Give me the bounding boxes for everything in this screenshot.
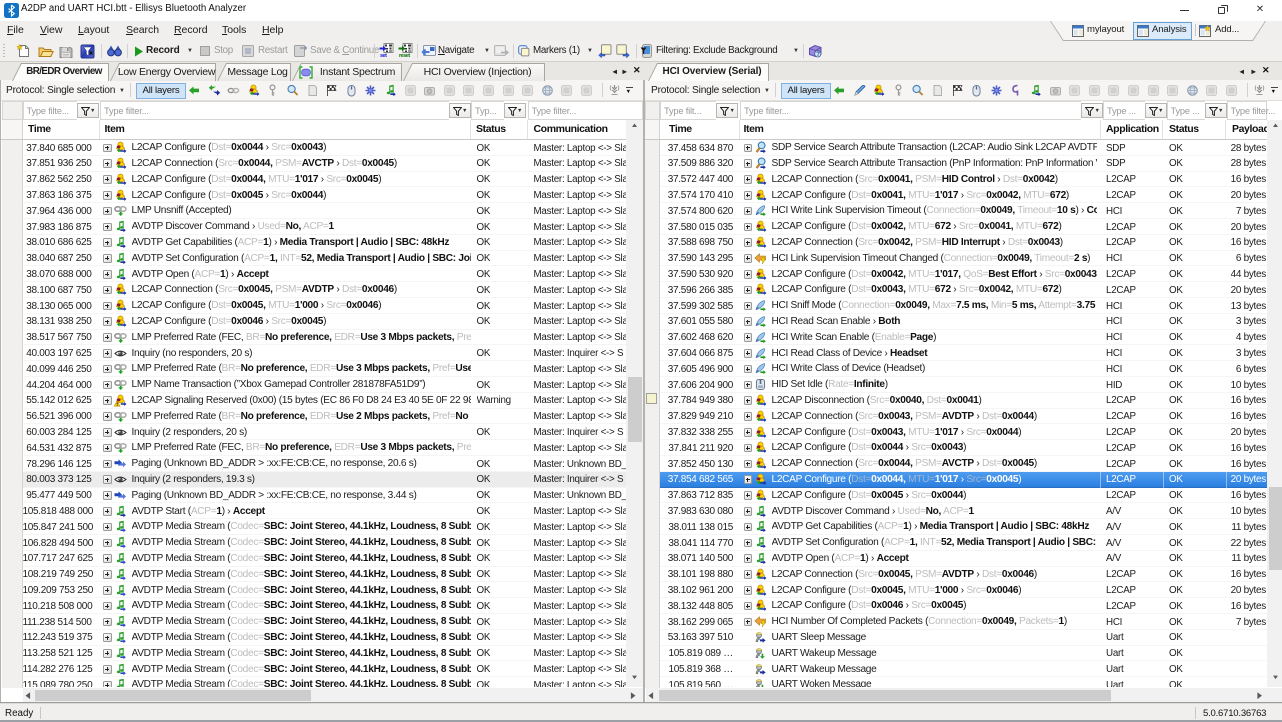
svg-text:?: ? xyxy=(816,52,820,58)
